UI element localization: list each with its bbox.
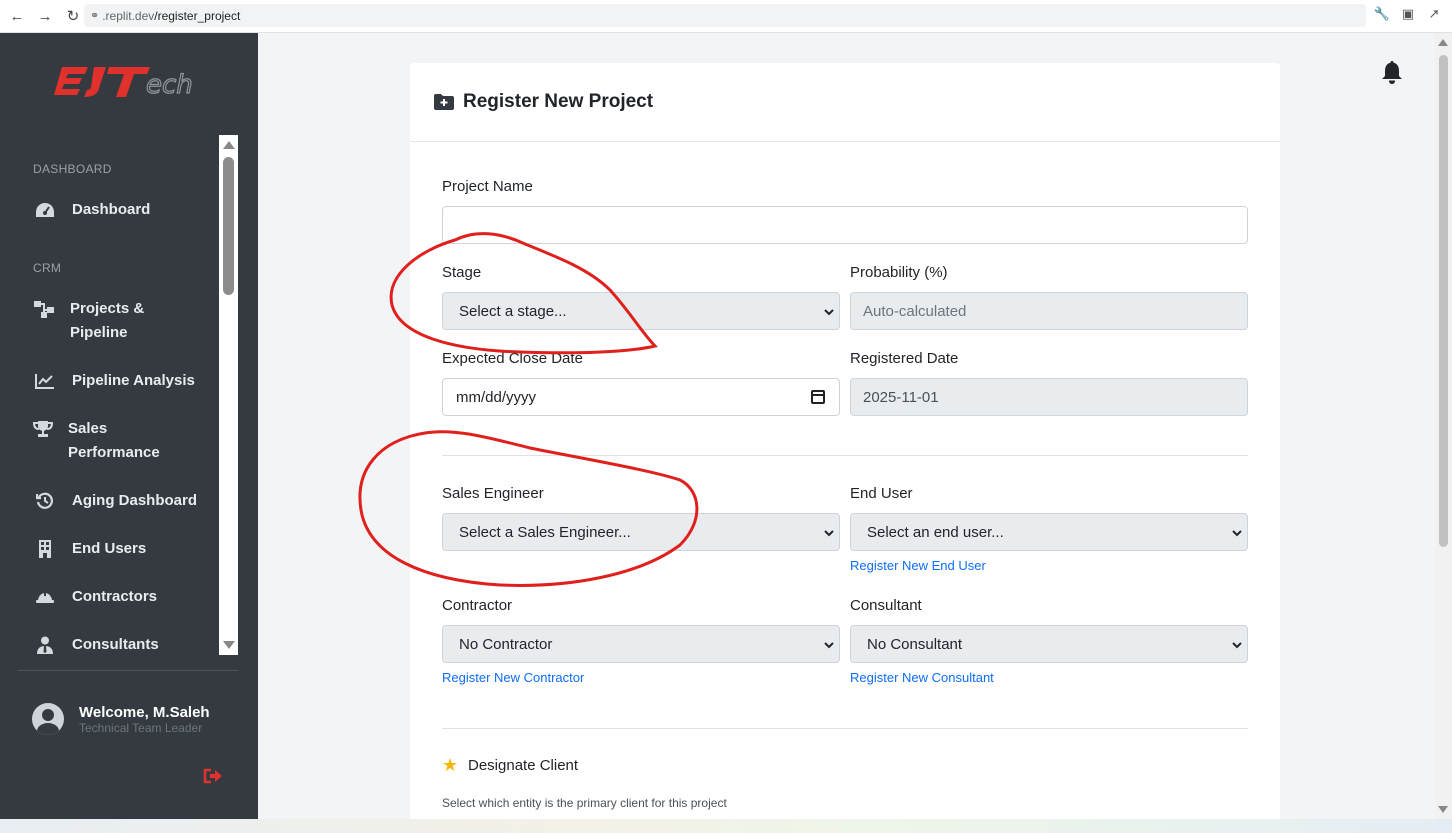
consultant-value: No Consultant: [867, 635, 963, 653]
history-icon: [33, 489, 57, 513]
calendar-icon[interactable]: [811, 390, 825, 404]
back-icon[interactable]: ←: [6, 5, 28, 27]
sidebar-item-label: Consultants: [72, 636, 159, 653]
url-host: .replit.dev: [102, 8, 155, 23]
register-contractor-link[interactable]: Register New Contractor: [442, 670, 584, 685]
nav-section-crm: CRM: [33, 261, 62, 275]
consultant-select[interactable]: No Consultant: [850, 625, 1248, 663]
sidebar-item-label: Sales Performance: [68, 420, 160, 461]
sales-engineer-value: Select a Sales Engineer...: [459, 523, 631, 541]
chevron-down-icon: [824, 642, 834, 649]
forward-icon[interactable]: →: [34, 5, 56, 27]
sidebar-item-label: Pipeline Analysis: [72, 372, 195, 389]
designate-client-note: Select which entity is the primary clien…: [442, 796, 727, 810]
sales-engineer-label: Sales Engineer: [442, 485, 544, 502]
sidebar-item-label: Aging Dashboard: [72, 492, 198, 509]
designate-client-title: Designate Client: [468, 757, 579, 774]
scroll-down-icon[interactable]: [1438, 806, 1448, 813]
nav-section-dashboard: DASHBOARD: [33, 162, 112, 176]
user-tie-icon: [33, 633, 57, 655]
consultant-label: Consultant: [850, 597, 922, 614]
end-user-value: Select an end user...: [867, 523, 1004, 541]
hard-hat-icon: [33, 585, 57, 609]
sales-engineer-select[interactable]: Select a Sales Engineer...: [442, 513, 840, 551]
contractor-label: Contractor: [442, 597, 513, 614]
project-name-input[interactable]: [442, 206, 1248, 244]
sidebar-item-aging-dashboard[interactable]: Aging Dashboard: [0, 489, 197, 513]
date-placeholder: mm/dd/yyyy: [456, 388, 537, 406]
registered-date-field: 2025-11-01: [850, 378, 1248, 416]
open-external-icon[interactable]: ↗: [1426, 6, 1442, 22]
end-user-label: End User: [850, 485, 913, 502]
chevron-down-icon: [1232, 530, 1242, 537]
contractor-value: No Contractor: [459, 635, 553, 653]
scroll-up-icon[interactable]: [223, 141, 235, 149]
sidebar-item-label: Dashboard: [72, 201, 151, 218]
page-scrollbar[interactable]: [1435, 33, 1452, 819]
trophy-icon: [33, 417, 53, 441]
ejtech-logo[interactable]: ech: [54, 61, 214, 101]
expected-close-date-input[interactable]: mm/dd/yyyy: [442, 378, 840, 416]
scroll-thumb[interactable]: [223, 157, 234, 295]
contractor-select[interactable]: No Contractor: [442, 625, 840, 663]
sidebar-item-pipeline-analysis[interactable]: Pipeline Analysis: [0, 369, 195, 393]
sidebar-item-consultants[interactable]: Consultants: [0, 633, 159, 655]
chevron-down-icon: [824, 309, 834, 316]
registered-date-label: Registered Date: [850, 350, 959, 367]
sidebar-item-label: End Users: [72, 540, 147, 557]
register-project-card: Register New Project Project Name Stage …: [410, 63, 1280, 823]
page-scroll-thumb[interactable]: [1439, 55, 1448, 547]
user-profile: Welcome, M.Saleh Technical Team Leader: [32, 703, 210, 735]
sidebar-item-label: Contractors: [72, 588, 158, 605]
stage-select-value: Select a stage...: [459, 302, 567, 320]
svg-text:ech: ech: [146, 70, 193, 100]
sidebar-item-sales-performance[interactable]: Sales Performance: [0, 417, 160, 465]
folder-plus-icon: [434, 94, 454, 110]
avatar: [32, 703, 64, 735]
logout-icon[interactable]: [203, 768, 223, 789]
sidebar-scrollbar[interactable]: [219, 135, 238, 655]
devices-icon[interactable]: ▣: [1400, 6, 1416, 22]
sidebar-item-contractors[interactable]: Contractors: [0, 585, 157, 609]
url-path: /register_project: [154, 8, 241, 23]
expected-close-label: Expected Close Date: [442, 350, 583, 367]
section-divider: [442, 455, 1248, 456]
section-divider: [442, 728, 1248, 729]
gauge-icon: [33, 198, 57, 222]
card-header: Register New Project: [410, 63, 1280, 142]
sidebar-nav: DASHBOARD Dashboard CRM Projects & Pipel…: [0, 135, 238, 655]
taskbar-strip: [0, 819, 1452, 833]
sidebar-item-projects[interactable]: Projects & Pipeline: [0, 297, 150, 345]
probability-label: Probability (%): [850, 264, 948, 281]
chart-line-icon: [33, 369, 57, 393]
user-welcome: Welcome, M.Saleh: [79, 703, 210, 721]
sidebar: ech DASHBOARD Dashboard CRM Projects & P…: [0, 33, 258, 819]
end-user-select[interactable]: Select an end user...: [850, 513, 1248, 551]
project-name-label: Project Name: [442, 178, 533, 195]
sidebar-item-label: Projects & Pipeline: [70, 300, 145, 341]
browser-toolbar: ← → ↻ ⚭ .replit.dev /register_project 🔧 …: [0, 0, 1452, 33]
probability-field: Auto-calculated: [850, 292, 1248, 330]
star-icon: ★: [442, 755, 459, 775]
stage-label: Stage: [442, 264, 482, 281]
sidebar-item-end-users[interactable]: End Users: [0, 537, 146, 561]
page-title: Register New Project: [463, 91, 654, 112]
reload-icon[interactable]: ↻: [62, 5, 84, 27]
link-icon: ⚭: [90, 10, 100, 22]
register-end-user-link[interactable]: Register New End User: [850, 558, 986, 573]
building-icon: [33, 537, 57, 561]
stage-select[interactable]: Select a stage...: [442, 292, 840, 330]
chevron-down-icon: [1232, 642, 1242, 649]
register-consultant-link[interactable]: Register New Consultant: [850, 670, 994, 685]
chevron-down-icon: [824, 530, 834, 537]
user-role: Technical Team Leader: [79, 720, 203, 735]
scroll-up-icon[interactable]: [1438, 39, 1448, 46]
sidebar-divider: [18, 670, 238, 671]
wrench-icon[interactable]: 🔧: [1374, 6, 1390, 22]
sidebar-item-dashboard[interactable]: Dashboard: [0, 198, 150, 222]
scroll-down-icon[interactable]: [223, 641, 235, 649]
sitemap-icon: [33, 297, 55, 321]
bell-icon[interactable]: [1381, 60, 1403, 84]
address-bar[interactable]: ⚭ .replit.dev /register_project: [84, 4, 1366, 27]
